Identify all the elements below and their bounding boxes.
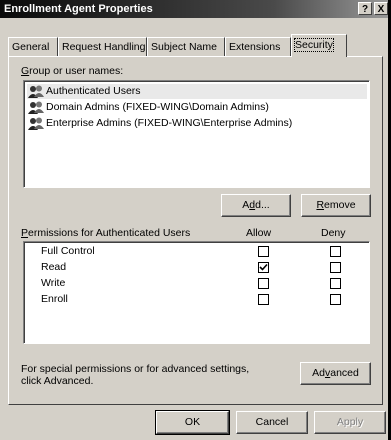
deny-read-checkbox[interactable] (330, 262, 341, 273)
deny-column-header: Deny (321, 227, 346, 239)
security-tab-panel: Group or user names: Authenticated Users… (8, 56, 383, 405)
properties-dialog: Enrollment Agent Properties ? X General … (0, 0, 391, 440)
allow-full-control-checkbox[interactable] (258, 246, 269, 257)
permissions-list-inner: Full Control Read Write Enroll (24, 242, 369, 343)
tab-general[interactable]: General (8, 37, 58, 56)
group-icon (28, 85, 44, 98)
group-icon (28, 101, 44, 114)
tab-subject-name-label: Subject Name (151, 41, 217, 53)
group-user-list-inner: Authenticated Users Domain Admins (FIXED… (24, 81, 369, 187)
advanced-note-line1: For special permissions or for advanced … (21, 363, 250, 375)
permissions-header-rest: ermissions for Authenticated Users (28, 227, 191, 239)
list-item-authenticated-users[interactable]: Authenticated Users (27, 84, 367, 99)
group-user-list[interactable]: Authenticated Users Domain Admins (FIXED… (23, 80, 370, 188)
permissions-header: Permissions for Authenticated Users (21, 227, 190, 239)
group-list-label-accel: G (21, 65, 30, 77)
permissions-header-accel: P (21, 227, 29, 239)
checkmark-icon (259, 263, 268, 271)
advanced-button-label: Advanced (312, 367, 359, 379)
deny-enroll-checkbox[interactable] (330, 294, 341, 305)
advanced-note-line2: click Advanced. (21, 375, 94, 387)
remove-button[interactable]: Remove (301, 194, 371, 217)
allow-enroll-checkbox[interactable] (258, 294, 269, 305)
title-bar[interactable]: Enrollment Agent Properties ? X (0, 0, 391, 18)
add-button-label: Add... (242, 199, 269, 211)
window-title: Enrollment Agent Properties (4, 3, 153, 15)
ok-button-label: OK (184, 416, 201, 428)
allow-column-header: Allow (246, 227, 272, 239)
advanced-pre: Ad (312, 367, 325, 379)
remove-accel: R (316, 199, 325, 211)
ok-button[interactable]: OK (155, 410, 230, 435)
group-list-label-rest: roup or user names: (29, 65, 124, 77)
add-post: d... (255, 199, 270, 211)
cancel-button-label: Cancel (255, 416, 289, 428)
list-item-label: Authenticated Users (46, 85, 141, 97)
remove-button-label: Remove (316, 199, 355, 211)
tab-request-handling-label: Request Handling (62, 41, 146, 53)
remove-post: emove (324, 199, 356, 211)
allow-write-checkbox[interactable] (258, 278, 269, 289)
tab-general-label: General (12, 41, 50, 53)
tab-security-label: Security (294, 38, 334, 52)
permissions-list[interactable]: Full Control Read Write Enroll (23, 241, 370, 344)
close-button[interactable]: X (374, 2, 388, 15)
cancel-button[interactable]: Cancel (236, 411, 308, 434)
list-item-enterprise-admins[interactable]: Enterprise Admins (FIXED-WING\Enterprise… (27, 116, 367, 131)
deny-full-control-checkbox[interactable] (330, 246, 341, 257)
add-button[interactable]: Add... (221, 194, 291, 217)
advanced-note: For special permissions or for advanced … (21, 363, 249, 387)
list-item-domain-admins[interactable]: Domain Admins (FIXED-WING\Domain Admins) (27, 100, 367, 115)
tab-extensions[interactable]: Extensions (225, 37, 291, 56)
help-button[interactable]: ? (358, 2, 372, 15)
permission-full-control-label: Full Control (41, 245, 95, 257)
permission-enroll-label: Enroll (41, 293, 68, 305)
permission-write-label: Write (41, 277, 66, 289)
tab-security[interactable]: Security (291, 34, 347, 57)
apply-button-label: Apply (336, 416, 364, 428)
list-item-label: Domain Admins (FIXED-WING\Domain Admins) (46, 101, 269, 113)
list-item-label: Enterprise Admins (FIXED-WING\Enterprise… (46, 117, 293, 129)
tab-extensions-label: Extensions (229, 41, 281, 53)
tab-request-handling[interactable]: Request Handling (58, 37, 147, 56)
deny-write-checkbox[interactable] (330, 278, 341, 289)
tab-subject-name[interactable]: Subject Name (147, 37, 225, 56)
group-list-label: Group or user names: (21, 65, 123, 77)
advanced-post: anced (330, 367, 359, 379)
apply-button[interactable]: Apply (314, 411, 386, 434)
permission-read-label: Read (41, 261, 67, 273)
advanced-button[interactable]: Advanced (300, 362, 371, 385)
allow-read-checkbox[interactable] (258, 262, 269, 273)
group-icon (28, 117, 44, 130)
